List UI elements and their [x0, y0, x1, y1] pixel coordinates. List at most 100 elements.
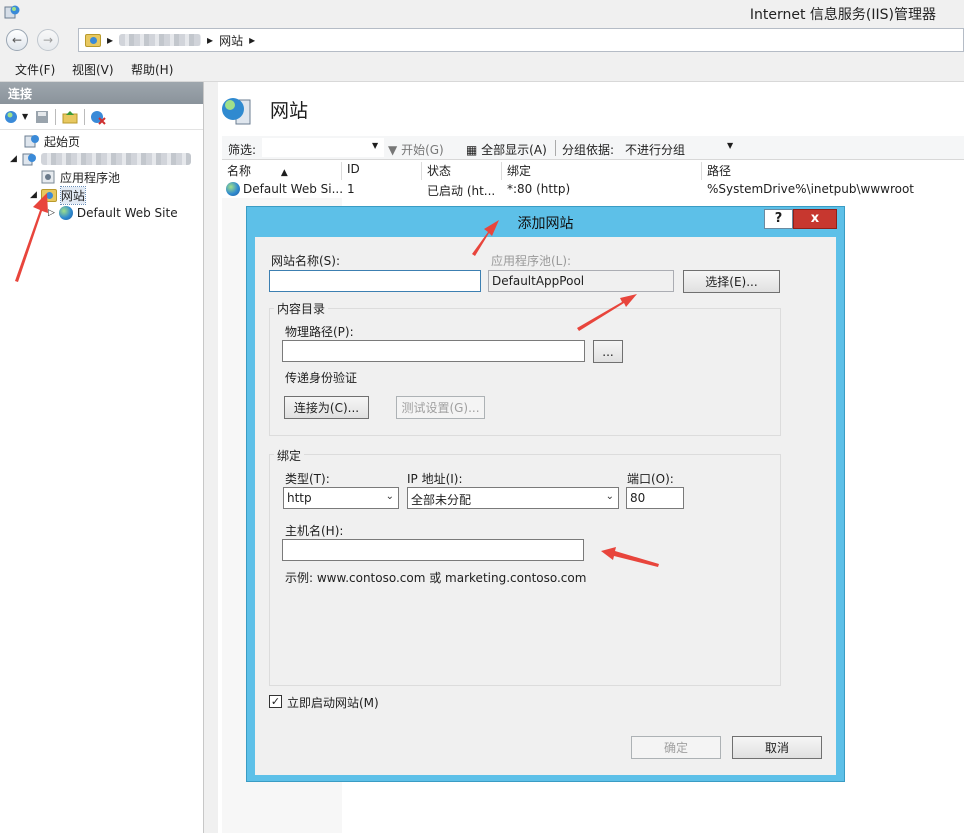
sort-asc-icon: ▲ [280, 168, 288, 178]
sites-folder-icon [40, 188, 57, 202]
tree-item-default-site[interactable]: ▷ Default Web Site [10, 204, 191, 222]
sites-globe-icon [220, 94, 254, 131]
connect-dropdown-icon[interactable]: ▼ [22, 112, 28, 121]
toolbar-divider [84, 109, 85, 125]
cancel-button[interactable]: 取消 [732, 736, 822, 759]
port-input[interactable]: 80 [626, 487, 684, 509]
physical-path-input[interactable] [282, 340, 585, 362]
iis-app-icon [4, 4, 20, 20]
tree-item-server[interactable]: ◢ [10, 150, 191, 168]
disconnect-icon[interactable] [90, 109, 106, 125]
breadcrumb-separator: ▸ [107, 33, 114, 47]
menu-bar: 文件(F) 视图(V) 帮助(H) [0, 56, 964, 82]
breadcrumb-separator: ▸ [207, 33, 214, 47]
tree-item-start-page[interactable]: 起始页 [10, 132, 191, 150]
menu-file[interactable]: 文件(F) [15, 61, 55, 78]
back-button[interactable]: ← [6, 29, 28, 51]
ok-button: 确定 [631, 736, 721, 759]
site-name-input[interactable] [269, 270, 481, 292]
start-now-label: 立即启动网站(M) [287, 696, 379, 710]
save-icon[interactable] [34, 109, 50, 125]
site-name-label: 网站名称(S): [271, 254, 341, 268]
collapse-icon[interactable]: ▷ [48, 208, 55, 218]
type-select[interactable]: http ⌄ [283, 487, 399, 509]
tree-item-app-pools[interactable]: 应用程序池 [10, 168, 191, 186]
back-arrow-icon: ← [11, 33, 23, 47]
column-header-name[interactable]: 名称 ▲ [222, 162, 342, 180]
app-pool-icon [41, 170, 55, 184]
server-name-redacted [119, 34, 202, 46]
server-name-redacted [40, 153, 191, 165]
column-header-binding[interactable]: 绑定 [502, 162, 702, 180]
close-icon: x [810, 211, 820, 226]
port-label: 端口(O): [627, 472, 674, 486]
show-all-icon: ▦ [466, 143, 478, 157]
start-filter-button[interactable]: ▼ 开始(G) [388, 141, 444, 158]
server-icon [22, 153, 36, 166]
host-name-label: 主机名(H): [285, 524, 344, 538]
connections-tree: 起始页 ◢ 应用程序池 ◢ 网站 ▷ Default Web Site [10, 132, 191, 222]
up-folder-icon[interactable] [62, 109, 78, 125]
browse-button[interactable]: ... [593, 340, 623, 363]
chevron-down-icon: ⌄ [605, 491, 614, 502]
group-by-select[interactable]: 不进行分组 [625, 141, 685, 158]
title-bar: Internet 信息服务(IIS)管理器 [0, 0, 964, 26]
address-field[interactable]: ▸ ▸ 网站 ▸ [78, 28, 964, 52]
forward-button[interactable]: → [37, 29, 59, 51]
filter-label: 筛选: [228, 143, 257, 157]
checkmark-icon: ✓ [270, 695, 281, 708]
pass-through-auth-label: 传递身份验证 [285, 371, 358, 385]
type-label: 类型(T): [285, 472, 330, 486]
breadcrumb-separator: ▸ [249, 33, 256, 47]
menu-view[interactable]: 视图(V) [72, 61, 114, 78]
globe-icon [58, 206, 73, 220]
panel-splitter[interactable] [204, 82, 218, 833]
connections-header: 连接 [0, 82, 203, 104]
column-header-id[interactable]: ID [342, 162, 422, 180]
expand-icon[interactable]: ◢ [10, 154, 17, 164]
window-title: Internet 信息服务(IIS)管理器 [749, 7, 936, 23]
iis-folder-icon [85, 33, 101, 47]
binding-title: 绑定 [274, 447, 305, 464]
tree-item-sites[interactable]: ◢ 网站 [10, 185, 191, 205]
toolbar-divider [55, 109, 56, 125]
forward-arrow-icon: → [42, 33, 54, 47]
column-header-path[interactable]: 路径 [702, 162, 964, 180]
address-bar: ← → ▸ ▸ 网站 ▸ [0, 26, 964, 56]
filter-divider [555, 140, 556, 156]
connections-panel: 连接 ▼ 起始页 ◢ 应用程序池 ◢ 网站 ▷ Default Web Site [0, 82, 204, 833]
globe-icon [226, 182, 240, 196]
filter-dropdown-icon[interactable]: ▼ [372, 141, 378, 150]
breadcrumb-sites[interactable]: 网站 [219, 32, 243, 49]
app-pool-field: DefaultAppPool [488, 270, 674, 292]
host-name-example: 示例: www.contoso.com 或 marketing.contoso.… [285, 571, 587, 585]
group-by-label: 分组依据: [562, 143, 615, 157]
page-title: 网站 [270, 100, 309, 122]
filter-bar: 筛选: ▼ ▼ 开始(G) ▦ 全部显示(A) 分组依据: 不进行分组 ▼ [222, 136, 964, 160]
connections-toolbar: ▼ [0, 104, 203, 130]
menu-help[interactable]: 帮助(H) [131, 61, 173, 78]
select-app-pool-button[interactable]: 选择(E)... [683, 270, 780, 293]
connect-icon[interactable] [4, 109, 20, 125]
physical-path-label: 物理路径(P): [285, 325, 354, 339]
column-header-status[interactable]: 状态 [422, 162, 502, 180]
test-settings-button: 测试设置(G)... [396, 396, 485, 419]
connect-as-button[interactable]: 连接为(C)... [284, 396, 369, 419]
table-row[interactable]: Default Web Si... 1 已启动 (ht... *:80 (htt… [222, 180, 964, 198]
add-website-dialog: 添加网站 ? x 网站名称(S): 应用程序池(L): DefaultAppPo… [246, 206, 845, 782]
filter-input[interactable] [262, 138, 384, 157]
ip-address-select[interactable]: 全部未分配 ⌄ [407, 487, 619, 509]
content-directory-title: 内容目录 [274, 300, 329, 317]
app-pool-label: 应用程序池(L): [491, 254, 572, 268]
group-by-dropdown-icon[interactable]: ▼ [727, 141, 733, 150]
ip-address-label: IP 地址(I): [407, 472, 463, 486]
start-page-icon [24, 135, 39, 148]
funnel-icon: ▼ [388, 143, 398, 157]
start-now-checkbox[interactable]: ✓ [269, 695, 282, 708]
expand-icon[interactable]: ◢ [30, 190, 37, 200]
dialog-body: 网站名称(S): 应用程序池(L): DefaultAppPool 选择(E).… [255, 237, 836, 775]
close-button[interactable]: x [793, 209, 837, 229]
help-button[interactable]: ? [764, 209, 793, 229]
host-name-input[interactable] [282, 539, 584, 561]
show-all-button[interactable]: ▦ 全部显示(A) [466, 141, 547, 158]
